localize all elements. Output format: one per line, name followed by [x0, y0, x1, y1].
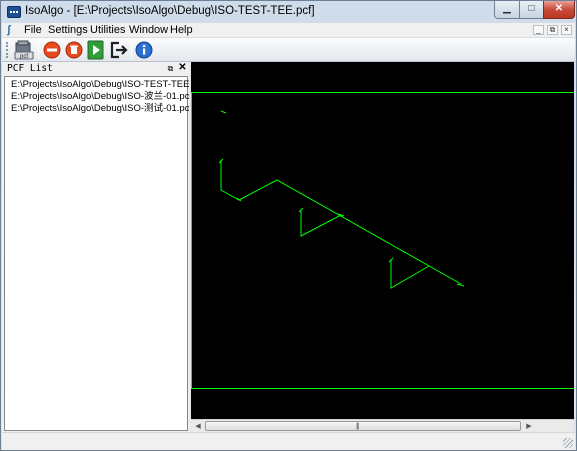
green-play-icon: [87, 40, 104, 60]
menu-file[interactable]: File: [24, 24, 42, 37]
trash-icon: [65, 41, 83, 59]
panel-close-button[interactable]: ✕: [178, 63, 187, 73]
pipe-branch-1: [300, 210, 342, 237]
scroll-grip-icon: |||: [356, 423, 360, 430]
scroll-thumb[interactable]: |||: [205, 421, 521, 431]
pipe-branch-2: [390, 260, 430, 289]
menu-window[interactable]: Window: [129, 24, 168, 37]
about-button[interactable]: [134, 40, 154, 60]
mdi-restore-button[interactable]: ⧉: [547, 25, 558, 35]
pcf-list-panel: PCF List ⧉ ✕ E:\Projects\IsoAlgo\Debug\I…: [2, 62, 205, 432]
app-window: IsoAlgo - [E:\Projects\IsoAlgo\Debug\ISO…: [0, 0, 577, 451]
red-circle-minus-icon: [43, 41, 61, 59]
menu-utilities[interactable]: Utilities: [90, 24, 125, 37]
list-item[interactable]: E:\Projects\IsoAlgo\Debug\ISO-波兰-01.pcf: [11, 91, 192, 103]
toolbar-grip[interactable]: [6, 42, 9, 58]
horizontal-scrollbar[interactable]: ◀ ||| ▶: [191, 419, 574, 432]
pcf-file-list[interactable]: E:\Projects\IsoAlgo\Debug\ISO-TEST-TEE.p…: [4, 76, 205, 431]
pipe-main-run: [220, 160, 462, 285]
mdi-close-button[interactable]: ×: [561, 25, 572, 35]
scroll-left-icon[interactable]: ◀: [192, 421, 204, 432]
mdi-document-icon[interactable]: ʃ: [7, 24, 17, 37]
menu-settings[interactable]: Settings: [48, 24, 88, 37]
status-bar: [2, 432, 575, 450]
close-button[interactable]: ✕: [543, 1, 575, 19]
resize-grip-icon[interactable]: [563, 438, 573, 448]
drawing-canvas[interactable]: [191, 62, 574, 419]
open-pcf-button[interactable]: pcf: [14, 40, 34, 60]
toolbar-separator: [131, 41, 132, 59]
list-item[interactable]: E:\Projects\IsoAlgo\Debug\ISO-测试-01.pcf: [11, 103, 192, 115]
pipe-segment: [220, 110, 227, 114]
maximize-button[interactable]: □: [519, 1, 544, 19]
drawing-frame: [191, 92, 574, 389]
minimize-button[interactable]: ▁: [494, 1, 520, 19]
pcf-folder-icon: pcf: [14, 40, 34, 60]
list-item[interactable]: E:\Projects\IsoAlgo\Debug\ISO-TEST-TEE.p…: [11, 79, 205, 91]
toolbar-separator: [38, 41, 39, 59]
window-title: IsoAlgo - [E:\Projects\IsoAlgo\Debug\ISO…: [25, 5, 315, 17]
menu-help[interactable]: Help: [170, 24, 193, 37]
stop-button[interactable]: [42, 40, 62, 60]
delete-button[interactable]: [64, 40, 84, 60]
pipe-fitting: [298, 207, 345, 217]
run-button[interactable]: [86, 40, 106, 60]
exit-arrow-icon: [110, 41, 128, 59]
menu-bar: ʃ File Settings Utilities Window Help _ …: [2, 23, 575, 38]
title-bar[interactable]: IsoAlgo - [E:\Projects\IsoAlgo\Debug\ISO…: [1, 1, 576, 23]
info-icon: [135, 41, 153, 59]
toolbar-pcf-label: pcf: [20, 54, 28, 60]
panel-title: PCF List: [7, 63, 53, 74]
isometric-drawing: [191, 92, 574, 389]
panel-header[interactable]: PCF List ⧉ ✕: [2, 62, 189, 76]
mdi-minimize-button[interactable]: _: [533, 25, 544, 35]
toolbar: pcf: [2, 38, 575, 62]
app-icon[interactable]: [7, 6, 21, 18]
scroll-right-icon[interactable]: ▶: [523, 421, 535, 432]
export-button[interactable]: [109, 40, 129, 60]
panel-float-button[interactable]: ⧉: [166, 64, 175, 73]
pipe-fitting: [388, 257, 465, 287]
